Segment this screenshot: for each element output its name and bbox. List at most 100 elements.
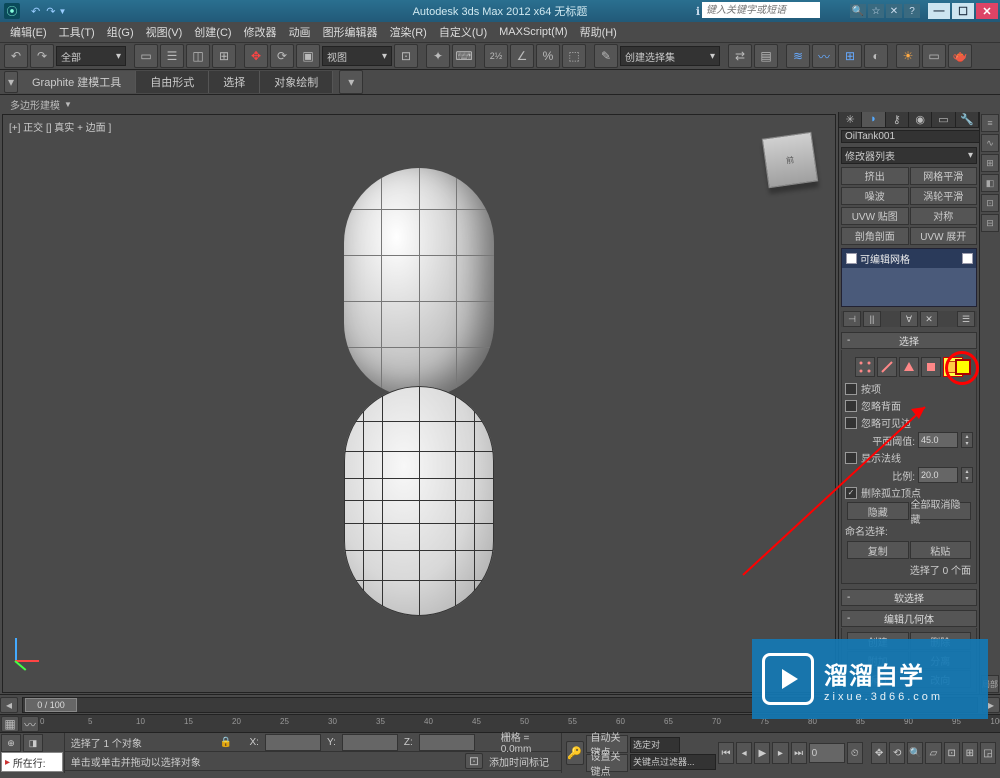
btn-unhide-all[interactable]: 全部取消隐藏 xyxy=(910,502,972,520)
percent-snap-icon[interactable]: % xyxy=(536,44,560,68)
viewcube[interactable]: 前 xyxy=(762,132,818,188)
strip-icon-5[interactable]: ⊡ xyxy=(981,194,999,212)
object-oiltank-top[interactable] xyxy=(344,168,494,398)
trackbar-toggle-icon[interactable]: ▦ xyxy=(1,716,19,732)
select-by-name-icon[interactable]: ☰ xyxy=(160,44,184,68)
quick-dropdown-icon[interactable]: ▼ xyxy=(58,7,66,16)
material-editor-icon[interactable]: ◐ xyxy=(864,44,888,68)
tab-utilities-icon[interactable]: 🔧 xyxy=(956,112,979,127)
menu-animation[interactable]: 动画 xyxy=(283,24,317,40)
tab-modify-icon[interactable]: ◗ xyxy=(862,112,885,127)
window-crossing-icon[interactable]: ⊞ xyxy=(212,44,236,68)
rendered-frame-icon[interactable]: ▭ xyxy=(922,44,946,68)
keyboard-shortcut-icon[interactable]: ⌨ xyxy=(452,44,476,68)
normal-scale-spinner[interactable]: ▴▾ xyxy=(961,467,973,483)
key-selection-combo[interactable] xyxy=(630,737,680,753)
maxscript-mini-icon[interactable]: ⊕ xyxy=(1,734,21,752)
modifier-stack[interactable]: 可编辑网格 xyxy=(841,248,977,307)
exchange-icon[interactable]: ✕ xyxy=(886,4,902,18)
chk-ignore-visible-edges[interactable] xyxy=(845,417,857,429)
time-config-icon[interactable]: ⏲ xyxy=(847,742,863,764)
ribbon-tab-graphite[interactable]: Graphite 建模工具 xyxy=(18,71,136,93)
select-region-icon[interactable]: ◫ xyxy=(186,44,210,68)
time-slider-thumb[interactable]: 0 / 100 xyxy=(25,698,77,712)
ribbon-expand-icon[interactable]: ▾ xyxy=(339,70,363,94)
undo-icon[interactable]: ↶ xyxy=(4,44,28,68)
stack-item-editable-mesh[interactable]: 可编辑网格 xyxy=(842,249,976,268)
modifier-list-combo[interactable]: 修改器列表▾ xyxy=(841,147,977,164)
close-button[interactable]: ✕ xyxy=(976,3,998,19)
strip-icon-6[interactable]: ⊟ xyxy=(981,214,999,232)
tab-motion-icon[interactable]: ◉ xyxy=(909,112,932,127)
schematic-view-icon[interactable]: ⊞ xyxy=(838,44,862,68)
subobj-element-icon[interactable] xyxy=(943,357,963,377)
ribbon-tab-freeform[interactable]: 自由形式 xyxy=(136,71,209,93)
info-icon[interactable]: ℹ xyxy=(696,5,700,18)
chk-show-normals[interactable] xyxy=(845,452,857,464)
timeslider-prev-icon[interactable]: ◂ xyxy=(0,697,18,713)
menu-customize[interactable]: 自定义(U) xyxy=(433,24,493,40)
menu-rendering[interactable]: 渲染(R) xyxy=(384,24,433,40)
nav-zoom-ext-icon[interactable]: ⊞ xyxy=(962,742,978,764)
set-key-button[interactable]: 设置关键点 xyxy=(586,754,628,772)
lock-selection-icon[interactable]: 🔒 xyxy=(220,737,232,748)
coord-y-field[interactable] xyxy=(342,734,398,751)
minimize-button[interactable]: — xyxy=(928,3,950,19)
curve-editor-icon[interactable]: 〰 xyxy=(812,44,836,68)
viewport[interactable]: [+] 正交 [] 真实 + 边面 ] 前 xyxy=(2,114,836,693)
viewport-label[interactable]: [+] 正交 [] 真实 + 边面 ] xyxy=(9,119,111,134)
maxscript-listener-input[interactable]: ▸ 所在行: xyxy=(1,752,63,772)
isolate-icon[interactable]: ⊡ xyxy=(465,753,483,769)
trackbar-curves-icon[interactable]: 〰 xyxy=(21,716,39,732)
select-object-icon[interactable]: ▭ xyxy=(134,44,158,68)
add-time-tag[interactable]: 添加时间标记 xyxy=(483,754,555,769)
render-setup-icon[interactable]: ☀ xyxy=(896,44,920,68)
strip-icon-4[interactable]: ◧ xyxy=(981,174,999,192)
menu-group[interactable]: 组(G) xyxy=(101,24,140,40)
angle-snap-icon[interactable]: ∠ xyxy=(510,44,534,68)
move-icon[interactable]: ✥ xyxy=(244,44,268,68)
menu-tools[interactable]: 工具(T) xyxy=(53,24,101,40)
object-name-field[interactable] xyxy=(841,130,979,143)
strip-icon-3[interactable]: ⊞ xyxy=(981,154,999,172)
goto-start-icon[interactable]: ⏮ xyxy=(718,742,734,764)
planar-threshold-field[interactable]: 45.0 xyxy=(918,432,958,448)
nav-fov-icon[interactable]: ▱ xyxy=(925,742,941,764)
menu-views[interactable]: 视图(V) xyxy=(140,24,189,40)
key-filters-button[interactable] xyxy=(630,754,716,770)
show-end-result-icon[interactable]: || xyxy=(863,311,881,327)
subobj-vertex-icon[interactable] xyxy=(855,357,875,377)
search-icon[interactable]: 🔍 xyxy=(850,4,866,18)
layers-icon[interactable]: ≋ xyxy=(786,44,810,68)
ref-coord-combo[interactable]: 视图▾ xyxy=(322,46,392,66)
menu-help[interactable]: 帮助(H) xyxy=(574,24,623,40)
normal-scale-field[interactable]: 20.0 xyxy=(918,467,958,483)
btn-paste-sel[interactable]: 粘贴 xyxy=(910,541,972,559)
rollout-soft-selection-header[interactable]: 软选择 xyxy=(841,589,977,606)
strip-icon-2[interactable]: ∿ xyxy=(981,134,999,152)
btn-uvwmap[interactable]: UVW 贴图 xyxy=(841,207,909,225)
btn-extrude[interactable]: 挤出 xyxy=(841,167,909,185)
tab-display-icon[interactable]: ▭ xyxy=(932,112,955,127)
goto-end-icon[interactable]: ⏭ xyxy=(791,742,807,764)
set-key-icon[interactable]: 🔑 xyxy=(566,741,584,765)
snap-2d-icon[interactable]: 2½ xyxy=(484,44,508,68)
align-icon[interactable]: ▤ xyxy=(754,44,778,68)
ribbon-min-icon[interactable]: ▾ xyxy=(4,71,18,93)
btn-hide[interactable]: 隐藏 xyxy=(847,502,909,520)
coord-z-field[interactable] xyxy=(419,734,475,751)
nav-zoom-all-icon[interactable]: ⊡ xyxy=(944,742,960,764)
mirror-icon[interactable]: ⇄ xyxy=(728,44,752,68)
subscription-icon[interactable]: ☆ xyxy=(868,4,884,18)
remove-modifier-icon[interactable]: ✕ xyxy=(920,311,938,327)
planar-threshold-spinner[interactable]: ▴▾ xyxy=(961,432,973,448)
named-sel-edit-icon[interactable]: ✎ xyxy=(594,44,618,68)
maximize-button[interactable]: ☐ xyxy=(952,3,974,19)
play-icon[interactable]: ▶ xyxy=(754,742,770,764)
tab-hierarchy-icon[interactable]: ⚷ xyxy=(886,112,909,127)
help-search-input[interactable] xyxy=(702,2,820,18)
object-oiltank-bottom[interactable] xyxy=(344,386,494,616)
btn-copy-sel[interactable]: 复制 xyxy=(847,541,909,559)
quick-undo-icon[interactable]: ↶ xyxy=(31,5,40,18)
quick-redo-icon[interactable]: ↷ xyxy=(46,5,55,18)
